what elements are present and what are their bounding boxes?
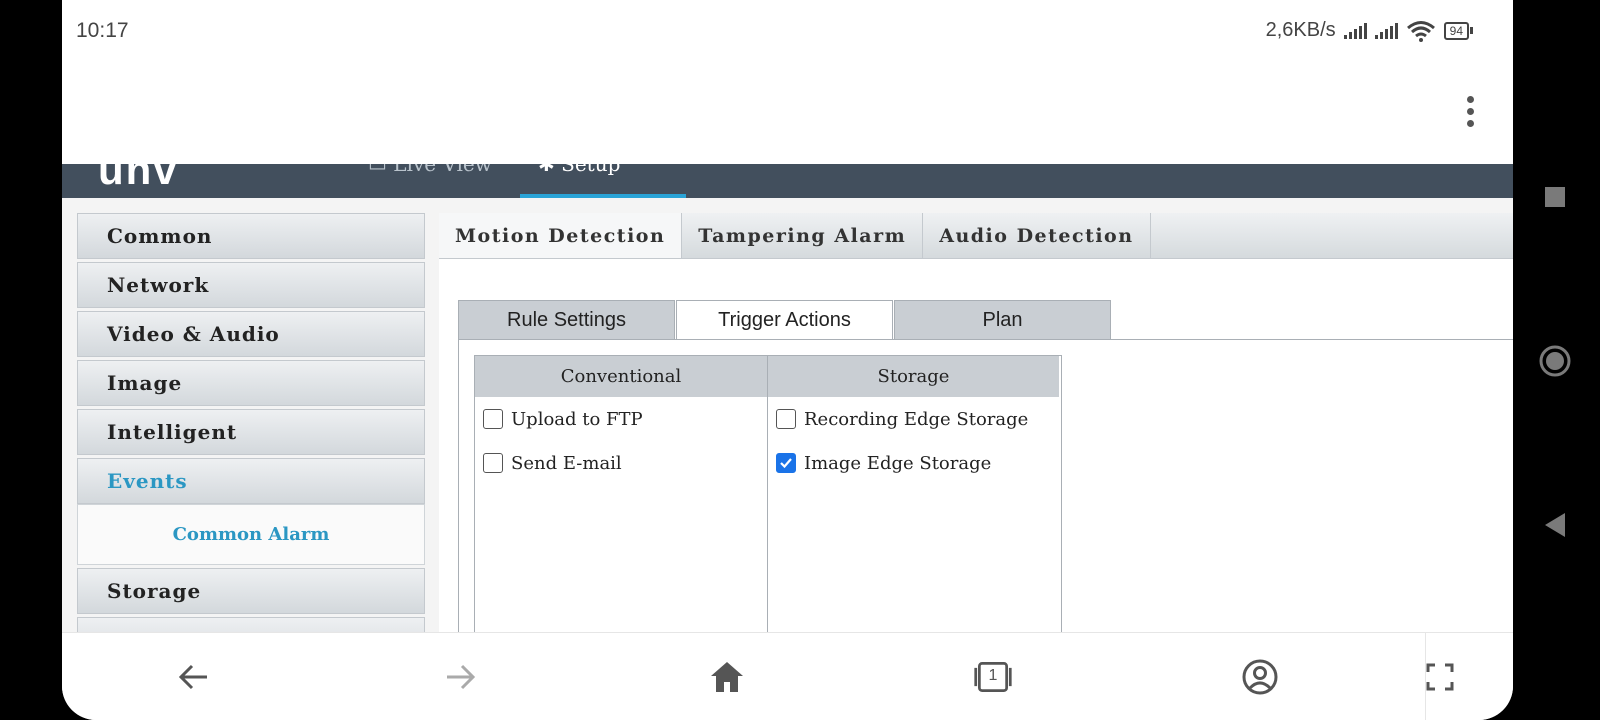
nav-setup[interactable]: ✱ Setup [538, 164, 620, 176]
sidebar-subitem-common-alarm[interactable]: Common Alarm [77, 504, 425, 565]
upload-ftp-label: Upload to FTP [511, 408, 643, 430]
storage-header: Storage [768, 356, 1059, 397]
circle-icon [1539, 345, 1571, 377]
back-system-button[interactable] [1544, 512, 1566, 542]
status-indicators: 2,6KB/s 94 [1266, 19, 1473, 42]
send-email-label: Send E-mail [511, 452, 622, 474]
option-send-email: Send E-mail [475, 441, 767, 485]
triangle-back-icon [1545, 513, 1565, 537]
home-icon [711, 662, 743, 692]
status-time: 10:17 [76, 19, 129, 42]
web-page: unv ▭ Live View ✱ Setup Common Network V… [62, 164, 1513, 632]
android-system-nav [1514, 0, 1600, 720]
account-button[interactable] [1240, 657, 1280, 697]
tab-trigger-actions[interactable]: Trigger Actions [676, 300, 893, 340]
upload-ftp-checkbox[interactable] [483, 409, 503, 429]
home-system-button[interactable] [1538, 344, 1572, 382]
tab-rule-settings[interactable]: Rule Settings [458, 300, 675, 340]
event-tabbar: Motion Detection Tampering Alarm Audio D… [439, 213, 1513, 259]
home-button[interactable] [707, 657, 747, 697]
tab-tampering-alarm[interactable]: Tampering Alarm [682, 213, 924, 258]
status-bar: 10:17 2,6KB/s 94 [62, 0, 1513, 62]
sidebar-item-intelligent[interactable]: Intelligent [77, 409, 425, 455]
nav-active-underline [520, 194, 686, 198]
brand-logo: unv [98, 164, 179, 193]
settings-sidebar: Common Network Video & Audio Image Intel… [77, 213, 425, 632]
panel-border-left [458, 339, 459, 632]
back-button[interactable] [174, 657, 214, 697]
fullscreen-icon [1426, 663, 1454, 691]
option-upload-ftp: Upload to FTP [475, 397, 767, 441]
browser-bottom-bar: 1 [62, 632, 1513, 720]
battery-level: 94 [1443, 21, 1469, 40]
arrow-forward-icon [447, 664, 476, 690]
storage-column: Storage Recording Edge Storage Image Edg… [767, 356, 1059, 632]
panel-border [458, 339, 1513, 340]
sub-tabbar: Rule Settings Trigger Actions Plan [458, 300, 1112, 340]
arrow-back-icon [178, 664, 207, 690]
image-edge-storage-checkbox[interactable] [776, 453, 796, 473]
fullscreen-button[interactable] [1420, 657, 1460, 697]
tab-motion-detection[interactable]: Motion Detection [439, 213, 683, 258]
forward-button[interactable] [440, 657, 480, 697]
recording-edge-storage-label: Recording Edge Storage [804, 408, 1029, 430]
tab-count: 1 [988, 667, 998, 684]
sidebar-item-image[interactable]: Image [77, 360, 425, 406]
sidebar-item-next[interactable] [77, 617, 425, 632]
more-vert-icon[interactable] [1467, 96, 1477, 132]
account-icon [1242, 659, 1278, 695]
tab-plan[interactable]: Plan [894, 300, 1111, 340]
wifi-icon [1406, 20, 1435, 42]
tabs-button[interactable]: 1 [973, 657, 1013, 697]
sidebar-item-network[interactable]: Network [77, 262, 425, 308]
conventional-column: Conventional Upload to FTP Send E-mail [475, 356, 767, 632]
recents-button[interactable] [1544, 186, 1566, 212]
trigger-actions-table: Conventional Upload to FTP Send E-mail S… [474, 355, 1062, 632]
send-email-checkbox[interactable] [483, 453, 503, 473]
signal-icon [1343, 22, 1367, 39]
sidebar-item-storage[interactable]: Storage [77, 568, 425, 614]
sidebar-item-events[interactable]: Events [77, 458, 425, 504]
phone-screen: 10:17 2,6KB/s 94 unv ▭ Live View ✱ Setup [62, 0, 1513, 720]
image-edge-storage-label: Image Edge Storage [804, 452, 992, 474]
sidebar-item-video-audio[interactable]: Video & Audio [77, 311, 425, 357]
nav-live-view[interactable]: ▭ Live View [368, 164, 492, 176]
camera-topbar: unv ▭ Live View ✱ Setup [62, 164, 1513, 198]
signal-2-icon [1374, 22, 1398, 39]
conventional-header: Conventional [475, 356, 767, 397]
settings-content: Motion Detection Tampering Alarm Audio D… [439, 213, 1513, 632]
tab-audio-detection[interactable]: Audio Detection [923, 213, 1151, 258]
network-speed: 2,6KB/s [1265, 19, 1336, 41]
square-icon [1545, 187, 1565, 207]
recording-edge-storage-checkbox[interactable] [776, 409, 796, 429]
option-image-edge-storage: Image Edge Storage [768, 441, 1059, 485]
checkmark-icon [780, 458, 792, 469]
sidebar-item-common[interactable]: Common [77, 213, 425, 259]
battery-icon: 94 [1443, 21, 1473, 40]
option-recording-edge-storage: Recording Edge Storage [768, 397, 1059, 441]
